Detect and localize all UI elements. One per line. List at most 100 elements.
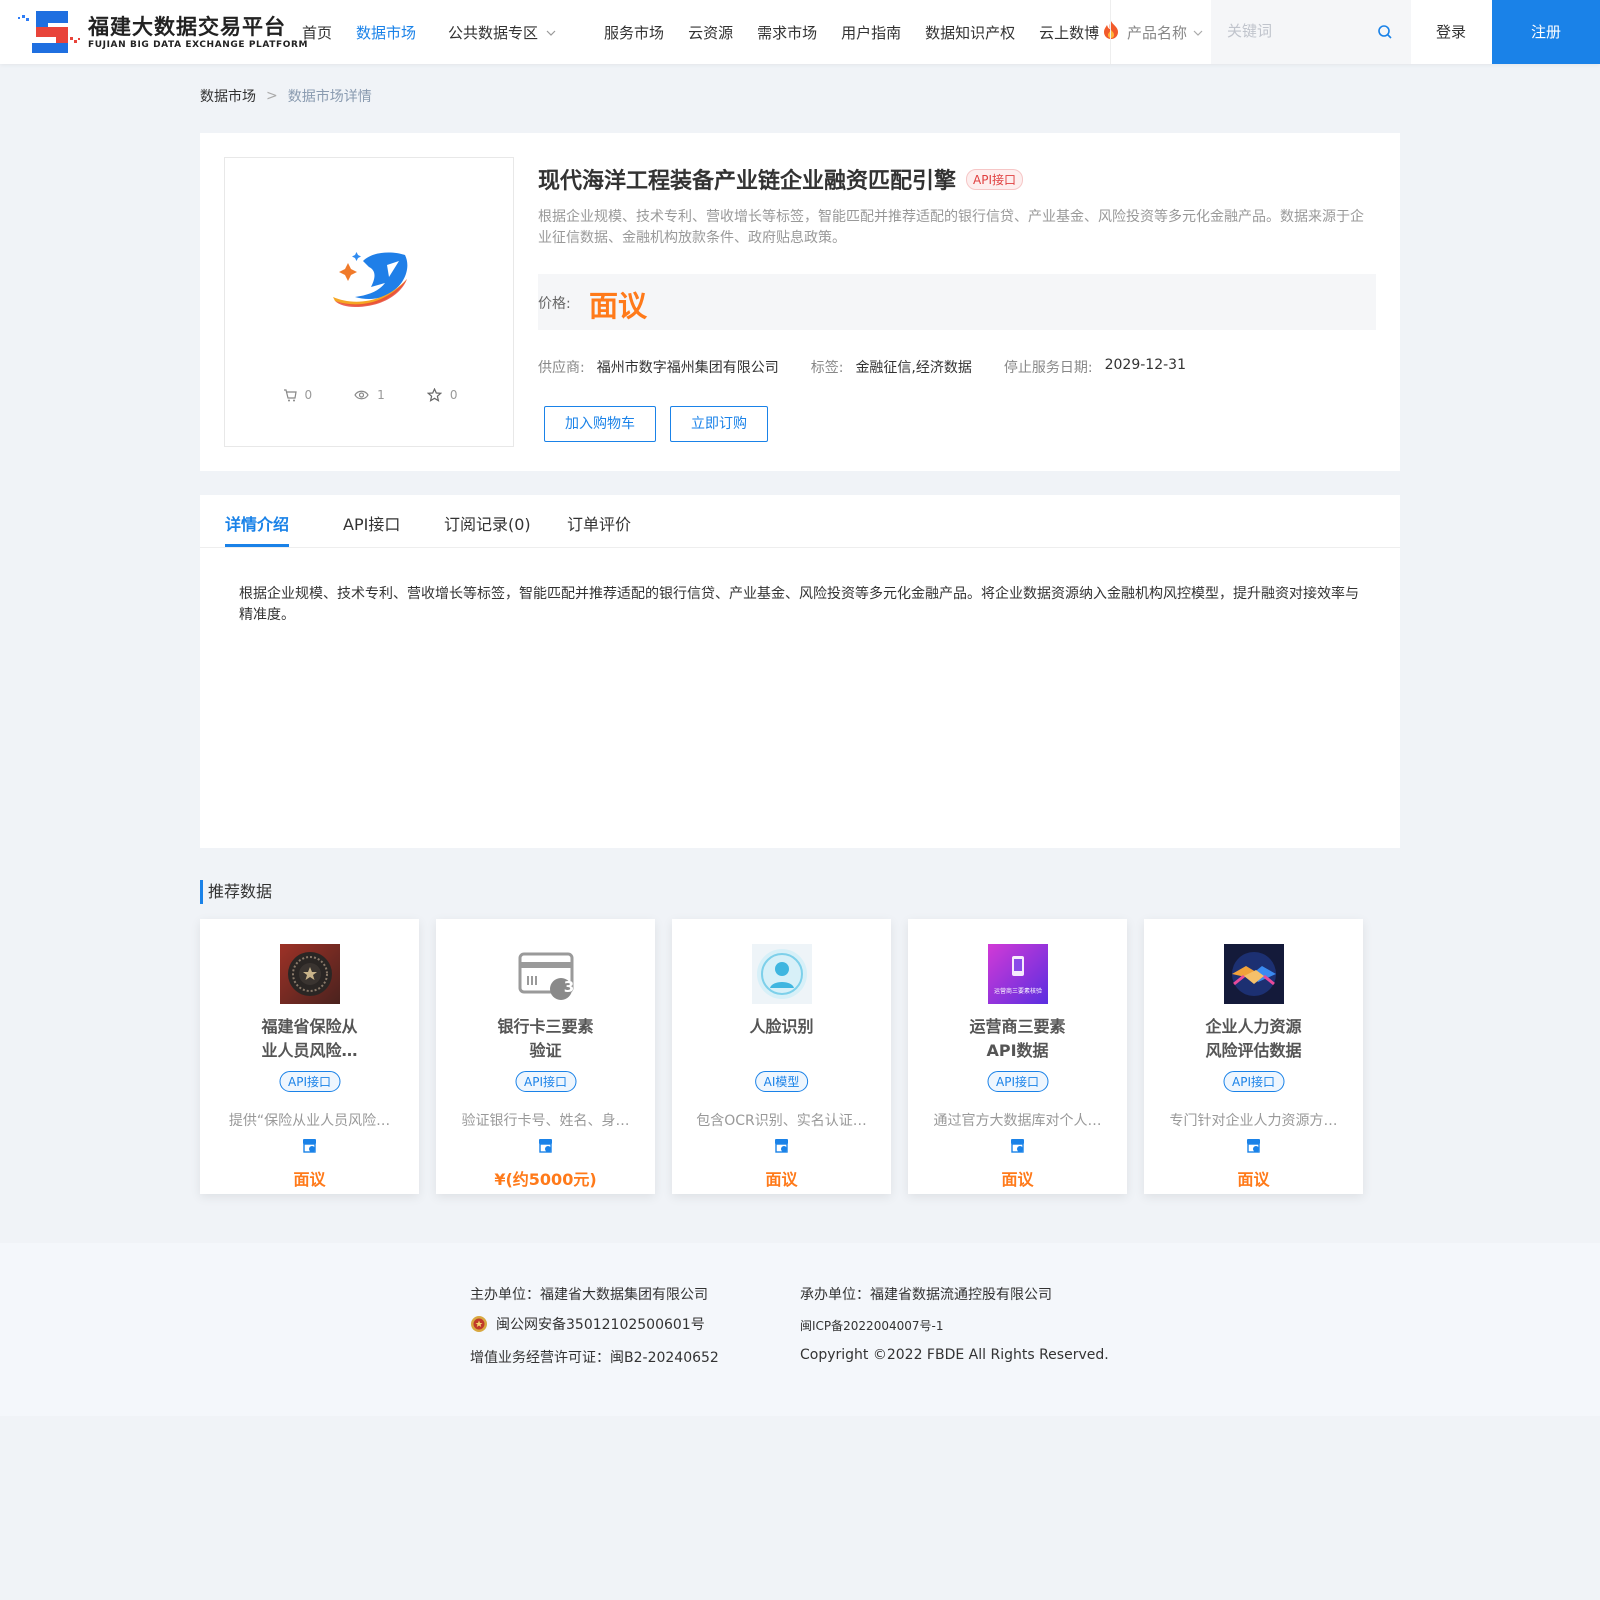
cart-count: 0: [283, 388, 312, 402]
footer-icp[interactable]: 闽ICP备2022004007号-1: [800, 1317, 943, 1334]
shop-icon: [539, 1139, 552, 1153]
phone-verify-icon: [988, 944, 1048, 1004]
shop-icon: [1011, 1139, 1024, 1153]
recommend-card-type-badge: API接口: [515, 1071, 576, 1092]
bank-card-icon-number: 3: [563, 978, 575, 996]
search-area: 产品名称: [1110, 0, 1411, 64]
top-header: 福建大数据交易平台 FUJIAN BIG DATA EXCHANGE PLATF…: [0, 0, 1600, 64]
tab-order-reviews[interactable]: 订单评价: [567, 511, 631, 535]
nav-data-market[interactable]: 数据市场: [356, 22, 416, 43]
recommend-card-price: 面议: [1237, 1170, 1270, 1189]
product-logo-icon: [333, 252, 408, 307]
recommend-list: 福建省保险从 业人员风险… API接口 提供“保险从业人员风险… 面议 3 银行卡…: [200, 919, 1365, 1194]
recommend-card-description: 通过官方大数据库对个人…: [933, 1113, 1102, 1129]
site-footer: 主办单位：福建省大数据集团有限公司 承办单位：福建省数据流通控股有限公司 闽公网…: [0, 1243, 1600, 1416]
site-logo[interactable]: 福建大数据交易平台 FUJIAN BIG DATA EXCHANGE PLATF…: [16, 9, 307, 55]
footer-sponsor: 主办单位：福建省大数据集团有限公司: [470, 1287, 708, 1303]
search-type-select[interactable]: 产品名称: [1127, 22, 1203, 43]
detail-text: 根据企业规模、技术专利、营收增长等标签，智能匹配并推荐适配的银行信贷、产业基金、…: [239, 586, 1359, 623]
chevron-down-icon: [546, 26, 556, 39]
search-icon[interactable]: [1377, 24, 1393, 40]
logo-title: 福建大数据交易平台: [88, 15, 286, 39]
chevron-down-icon: [1193, 26, 1203, 39]
product-type-badge: API接口: [966, 168, 1024, 190]
breadcrumb-separator: >: [266, 88, 278, 104]
detail-tabs: 详情介绍 API接口 订阅记录(0) 订单评价: [200, 495, 1400, 548]
tab-detail-intro[interactable]: 详情介绍: [225, 511, 289, 535]
nav-data-ip[interactable]: 数据知识产权: [925, 22, 1015, 43]
active-tab-indicator: [225, 544, 289, 547]
tab-subscription-records[interactable]: 订阅记录(0): [444, 511, 531, 535]
recommend-card-price: 面议: [1001, 1170, 1034, 1189]
star-icon[interactable]: [426, 388, 442, 402]
register-button[interactable]: 注册: [1492, 0, 1600, 64]
nav-service-market[interactable]: 服务市场: [604, 22, 664, 43]
product-image-panel: 0 1 0: [224, 157, 514, 447]
nav-user-guide[interactable]: 用户指南: [841, 22, 901, 43]
supplier-label: 供应商:: [538, 360, 585, 376]
footer-license: 增值业务经营许可证：闽B2-20240652: [470, 1350, 719, 1366]
badge-emblem-icon: [280, 944, 340, 1004]
search-box: [1211, 0, 1411, 64]
nav-public-data[interactable]: 公共数据专区: [448, 22, 556, 43]
shop-icon: [1247, 1139, 1260, 1153]
detail-card: 详情介绍 API接口 订阅记录(0) 订单评价 根据企业规模、技术专利、营收增长…: [200, 495, 1400, 848]
end-date-label: 停止服务日期:: [1003, 360, 1093, 376]
breadcrumb-home-link[interactable]: 数据市场: [200, 86, 256, 106]
nav-demand-market[interactable]: 需求市场: [757, 22, 817, 43]
shop-icon: [775, 1139, 788, 1153]
recommend-card[interactable]: 运营商三要素核验 运营商三要素 API数据 API接口 通过官方大数据库对个人… …: [908, 919, 1127, 1194]
supplier-value: 福州市数字福州集团有限公司: [596, 360, 779, 376]
footer-police-record[interactable]: 闽公网安备35012102500601号: [470, 1314, 705, 1334]
recommend-card-name: 人脸识别: [749, 1017, 814, 1036]
recommend-card[interactable]: 企业人力资源 风险评估数据 API接口 专门针对企业人力资源方… 面议: [1144, 919, 1363, 1194]
recommend-card-description: 提供“保险从业人员风险…: [228, 1113, 391, 1129]
police-badge-icon: [471, 1316, 487, 1332]
recommend-card-name: 银行卡三要素 验证: [497, 1017, 594, 1060]
logo-mark-icon: [18, 11, 80, 53]
price-label: 价格:: [538, 296, 571, 312]
face-recognition-icon: [752, 944, 812, 1004]
recommend-card-price: 面议: [293, 1170, 326, 1189]
recommend-card[interactable]: 3 银行卡三要素 验证 API接口 验证银行卡号、姓名、身… ¥(约5000元): [436, 919, 655, 1194]
end-date-value: 2029-12-31: [1104, 357, 1186, 373]
product-title-row: 现代海洋工程装备产业链企业融资匹配引擎 API接口: [538, 163, 1024, 195]
recommend-card-description: 包含OCR识别、实名认证…: [696, 1113, 867, 1129]
order-now-button[interactable]: 立即订购: [670, 406, 768, 442]
main-nav: 首页 数据市场 公共数据专区 服务市场 云资源 需求市场 用户指南 数据知识产权…: [290, 0, 1132, 64]
shop-icon: [303, 1139, 316, 1153]
product-card: 0 1 0 现代海洋工程装备产业链企业融资匹配引擎 API接口 根据企业规模、技…: [200, 133, 1400, 471]
recommend-card-type-badge: API接口: [1223, 1071, 1284, 1092]
recommend-card-name: 福建省保险从 业人员风险…: [261, 1017, 358, 1060]
tags-label: 标签:: [810, 360, 844, 376]
recommend-card-type-badge: API接口: [279, 1071, 340, 1092]
nav-cloud-resources[interactable]: 云资源: [688, 22, 733, 43]
footer-organizer: 承办单位：福建省数据流通控股有限公司: [800, 1287, 1052, 1303]
view-count: 1: [354, 388, 385, 402]
breadcrumb-current: 数据市场详情: [287, 89, 372, 105]
cart-icon: [283, 388, 297, 401]
recommend-card-name: 运营商三要素 API数据: [969, 1017, 1066, 1060]
recommend-card-description: 专门针对企业人力资源方…: [1169, 1113, 1338, 1129]
search-input[interactable]: [1227, 22, 1367, 40]
add-to-cart-button[interactable]: 加入购物车: [544, 406, 656, 442]
nav-cloud-expo[interactable]: 云上数博: [1039, 20, 1120, 44]
handshake-icon: [1224, 944, 1284, 1004]
favorite-count: 0: [426, 388, 457, 402]
recommend-card-description: 验证银行卡号、姓名、身…: [461, 1113, 630, 1129]
logo-subtitle: FUJIAN BIG DATA EXCHANGE PLATFORM: [88, 40, 309, 50]
eye-icon: [354, 390, 369, 400]
price-box: 价格: 面议: [538, 274, 1376, 330]
recommend-card[interactable]: 人脸识别 AI模型 包含OCR识别、实名认证… 面议: [672, 919, 891, 1194]
product-meta: 供应商: 福州市数字福州集团有限公司 标签: 金融征信,经济数据 停止服务日期:…: [538, 357, 1218, 377]
product-title: 现代海洋工程装备产业链企业融资匹配引擎: [538, 169, 957, 194]
tab-api[interactable]: API接口: [343, 511, 400, 535]
recommend-section-title: 推荐数据: [200, 880, 272, 904]
nav-home[interactable]: 首页: [302, 22, 332, 43]
recommend-card[interactable]: 福建省保险从 业人员风险… API接口 提供“保险从业人员风险… 面议: [200, 919, 419, 1194]
phone-verify-icon-caption: 运营商三要素核验: [993, 988, 1042, 995]
recommend-card-price: 面议: [765, 1170, 798, 1189]
price-value: 面议: [589, 289, 648, 323]
login-button[interactable]: 登录: [1410, 0, 1492, 64]
recommend-card-type-badge: AI模型: [754, 1071, 809, 1092]
